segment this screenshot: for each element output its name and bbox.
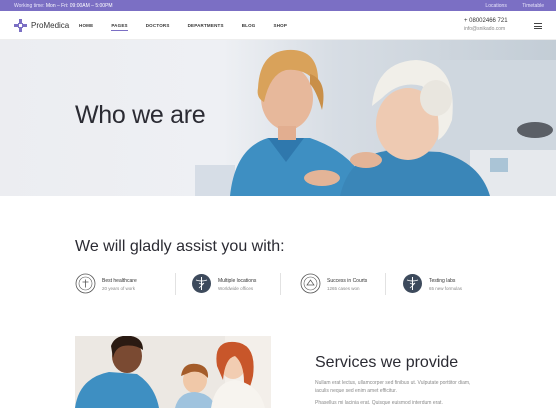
services-heading: Services we provide [315,354,459,371]
logo[interactable]: ProMedica [14,19,69,32]
email-address[interactable]: info@snikado.com [464,26,508,32]
nav-shop[interactable]: SHOP [274,23,288,28]
feature-subtitle: 65 new formulas [429,286,463,291]
caduceus-icon [403,274,422,293]
seal-icon [75,273,96,294]
services-photo-art [75,336,271,408]
menu-icon[interactable] [534,23,542,29]
top-info-bar: Working time: Mon – Fri: 09:00AM – 5:00P… [0,0,556,11]
hero-photo-nurse-and-patient [195,49,556,196]
hero-title: Who we are [75,101,206,129]
site-header: ProMedica HOME PAGES DOCTORS DEPARTMENTS… [0,11,556,40]
services-paragraph-2: Phasellus mi lacinia erat. Quisque euism… [315,400,443,406]
services-paragraph-1: Nullam erat lectus, ullamcorper sed fini… [315,380,471,394]
nav-blog[interactable]: BLOG [242,23,256,28]
phone-number[interactable]: + 08002466 721 [464,18,508,24]
header-contact: + 08002466 721 info@snikado.com [464,18,508,32]
working-time-label: Working time: [14,3,45,9]
nav-doctors[interactable]: DOCTORS [146,23,170,28]
cross-logo-icon [14,19,27,32]
feature-title: Testing labs [429,278,456,284]
feature-subtitle: 1265 cases won [327,286,360,291]
nav-pages[interactable]: PAGES [111,23,129,31]
feature-divider [280,273,281,295]
hero-banner: Who we are [0,40,556,196]
feature-divider [385,273,386,295]
feature-subtitle: 20 years of work [102,286,136,291]
feature-title: Success in Courts [327,278,368,284]
feature-title: Multiple locations [218,278,257,284]
nav-departments[interactable]: DEPARTMENTS [188,23,224,28]
main-nav: HOME PAGES DOCTORS DEPARTMENTS BLOG SHOP [79,23,305,31]
feature-divider [175,273,176,295]
feature-title: Best healthcare [102,278,137,284]
locations-link[interactable]: Locations [485,3,506,9]
feature-subtitle: Worldwide offices [218,286,254,291]
caduceus-icon [192,274,211,293]
services-description: Nullam erat lectus, ullamcorper sed fini… [315,379,475,407]
features-row: Best healthcare 20 years of work Multipl… [75,271,481,297]
seal-icon [300,273,321,294]
top-links: Locations Timetable [471,3,544,9]
services-photo-doctor-and-family [75,336,271,408]
working-time-hours: Mon – Fri: 09:00AM – 5:00PM [45,3,113,9]
timetable-link[interactable]: Timetable [522,3,544,9]
working-time: Working time: Mon – Fri: 09:00AM – 5:00P… [14,3,113,9]
logo-text: ProMedica [31,21,70,30]
nav-home[interactable]: HOME [79,23,93,28]
assist-heading: We will gladly assist you with: [75,238,285,255]
